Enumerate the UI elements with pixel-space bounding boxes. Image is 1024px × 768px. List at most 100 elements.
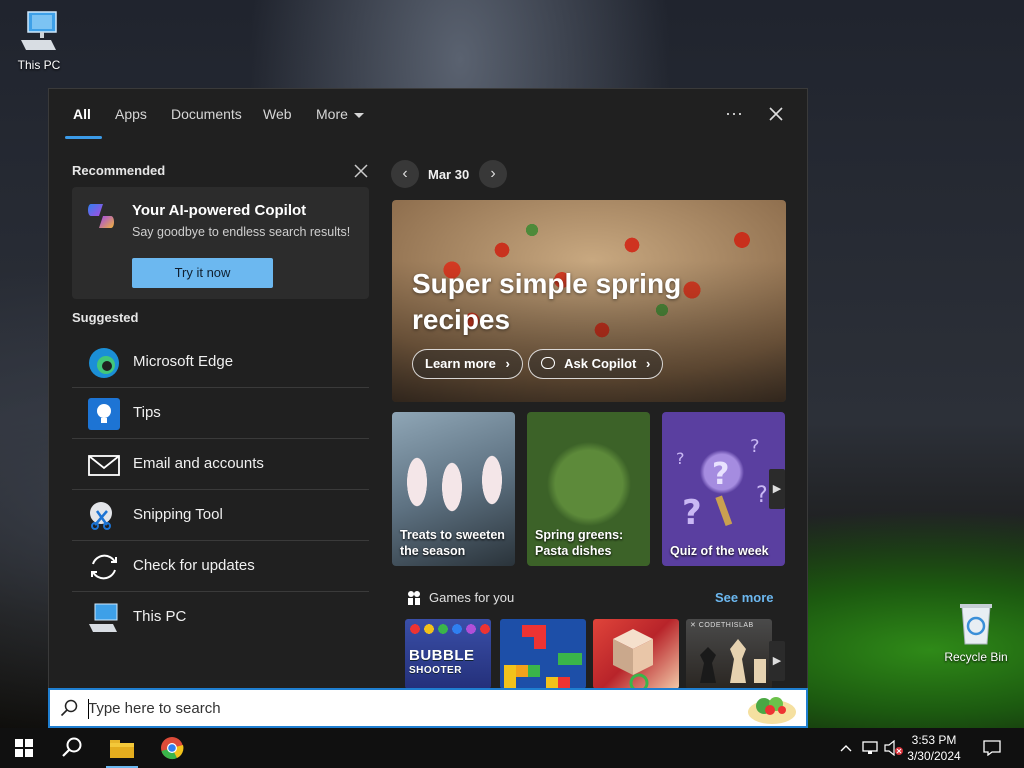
- learn-more-label: Learn more: [425, 356, 496, 371]
- taskbar: 3:53 PM 3/30/2024: [0, 728, 1024, 768]
- tile-spring-greens[interactable]: Spring greens: Pasta dishes: [527, 412, 650, 566]
- tiles-next-button[interactable]: ▶: [769, 469, 785, 509]
- desktop-icon-recycle-bin[interactable]: Recycle Bin: [940, 602, 1012, 664]
- chevron-right-icon: ›: [505, 356, 510, 371]
- this-pc-icon: [21, 11, 57, 50]
- see-more-link[interactable]: See more: [715, 590, 774, 605]
- tab-more-label: More: [316, 106, 348, 122]
- close-icon: [769, 107, 783, 121]
- desktop-icon-this-pc[interactable]: This PC: [4, 10, 74, 72]
- tab-documents[interactable]: Documents: [171, 106, 242, 122]
- game-block-puzzle[interactable]: [500, 619, 586, 689]
- network-icon[interactable]: [862, 741, 878, 755]
- question-marks-graphic: ? ? ? ? ?: [676, 436, 768, 532]
- chevron-right-icon: ▶: [772, 655, 782, 667]
- recommended-title: Recommended: [72, 163, 166, 178]
- ask-copilot-button[interactable]: Ask Copilot ›: [528, 349, 664, 379]
- dismiss-recommended-icon[interactable]: [354, 164, 368, 178]
- file-explorer-button[interactable]: [98, 728, 146, 768]
- start-icon: [15, 739, 33, 757]
- try-it-now-button[interactable]: Try it now: [132, 258, 273, 288]
- svg-text:?: ?: [756, 483, 768, 508]
- suggested-item-label: This PC: [133, 608, 187, 625]
- hero-title: Super simple spring recipes: [412, 268, 682, 335]
- chevron-down-icon: [353, 112, 364, 118]
- taskbar-search-button[interactable]: [48, 728, 96, 768]
- highlights-date: Mar 30: [428, 167, 470, 182]
- copilot-card-title: Your AI-powered Copilot: [132, 202, 307, 219]
- suggested-item-tips[interactable]: Tips: [72, 388, 369, 439]
- copilot-card-subtitle: Say goodbye to endless search results!: [132, 225, 351, 239]
- search-icon: [60, 699, 78, 717]
- previous-day-button[interactable]: ‹: [391, 160, 419, 188]
- clock-time: 3:53 PM: [911, 733, 957, 747]
- chevron-left-icon: ‹: [402, 165, 408, 182]
- suggested-item-this-pc[interactable]: This PC: [72, 592, 369, 643]
- clock[interactable]: 3:53 PM 3/30/2024: [902, 732, 966, 764]
- cube-graphic: [613, 629, 653, 689]
- salad-illustration-icon: [748, 697, 796, 724]
- close-button[interactable]: [761, 101, 791, 127]
- edge-icon: [89, 348, 119, 378]
- chrome-button[interactable]: [148, 728, 196, 768]
- tile-caption: Spring greens: Pasta dishes: [535, 528, 624, 558]
- tile-caption: Quiz of the week: [670, 544, 769, 558]
- suggested-item-email-and-accounts[interactable]: Email and accounts: [72, 439, 369, 490]
- chevron-right-icon: ›: [646, 356, 651, 371]
- file-explorer-icon: [110, 740, 134, 758]
- game-chess[interactable]: ✕ CODETHISLAB: [686, 619, 772, 689]
- tab-more[interactable]: More: [316, 106, 364, 122]
- svg-text:?: ?: [750, 436, 760, 457]
- chat-icon: [541, 357, 555, 369]
- refresh-icon: [91, 554, 117, 580]
- tile-quiz[interactable]: ? ? ? ? ? Quiz of the week: [662, 412, 785, 566]
- recycle-bin-icon: [960, 604, 992, 645]
- suggested-item-label: Microsoft Edge: [133, 353, 234, 370]
- suggested-item-snipping-tool[interactable]: Snipping Tool: [72, 490, 369, 541]
- games-title: Games for you: [429, 590, 515, 605]
- next-day-button[interactable]: ›: [479, 160, 507, 188]
- games-next-button[interactable]: ▶: [769, 641, 785, 681]
- tips-icon: [88, 398, 120, 430]
- volume-muted-icon[interactable]: [884, 740, 904, 756]
- snipping-tool-icon: [90, 502, 112, 530]
- tab-all[interactable]: All: [73, 106, 91, 122]
- svg-text:?: ?: [712, 457, 729, 492]
- suggested-title: Suggested: [72, 310, 139, 325]
- blocks-graphic: [504, 625, 582, 689]
- chevron-up-icon[interactable]: [840, 744, 852, 752]
- more-options-button[interactable]: ···: [719, 101, 749, 127]
- copilot-icon: [88, 204, 114, 228]
- clock-date: 3/30/2024: [907, 749, 961, 763]
- suggested-item-microsoft-edge[interactable]: Microsoft Edge: [72, 337, 369, 388]
- chrome-icon: [161, 737, 184, 760]
- notifications-icon[interactable]: [983, 740, 1001, 756]
- chess-graphic: [700, 639, 766, 683]
- suggested-item-label: Snipping Tool: [133, 506, 223, 523]
- tab-apps[interactable]: Apps: [115, 106, 147, 122]
- suggested-item-check-for-updates[interactable]: Check for updates: [72, 541, 369, 592]
- game-bubble-shooter[interactable]: BUBBLE SHOOTER: [405, 619, 491, 689]
- desktop-icon-label: This PC: [17, 58, 61, 72]
- tab-web[interactable]: Web: [263, 106, 292, 122]
- search-icon: [62, 737, 82, 757]
- this-pc-icon: [89, 603, 118, 632]
- ellipsis-icon: ···: [725, 103, 743, 123]
- mail-icon: [88, 455, 120, 476]
- search-input[interactable]: Type here to search: [88, 700, 221, 717]
- start-button[interactable]: [0, 728, 48, 768]
- suggested-item-label: Tips: [133, 404, 161, 421]
- search-box[interactable]: Type here to search: [48, 688, 808, 728]
- tile-treats[interactable]: Treats to sweeten the season: [392, 412, 515, 566]
- svg-text:?: ?: [676, 449, 685, 468]
- search-panel: All Apps Documents Web More ··· Recommen…: [48, 88, 808, 689]
- game-brand-label: ✕ CODETHISLAB: [690, 622, 754, 629]
- search-tabs: All Apps Documents Web More ···: [49, 89, 807, 139]
- suggested-item-label: Email and accounts: [133, 455, 264, 472]
- hero-card[interactable]: Super simple spring recipes Learn more ›…: [392, 200, 786, 402]
- active-tab-indicator: [65, 136, 102, 139]
- learn-more-button[interactable]: Learn more ›: [412, 349, 523, 379]
- game-cube[interactable]: [593, 619, 679, 689]
- games-icon: [408, 591, 420, 605]
- copilot-card: Your AI-powered Copilot Say goodbye to e…: [72, 187, 369, 299]
